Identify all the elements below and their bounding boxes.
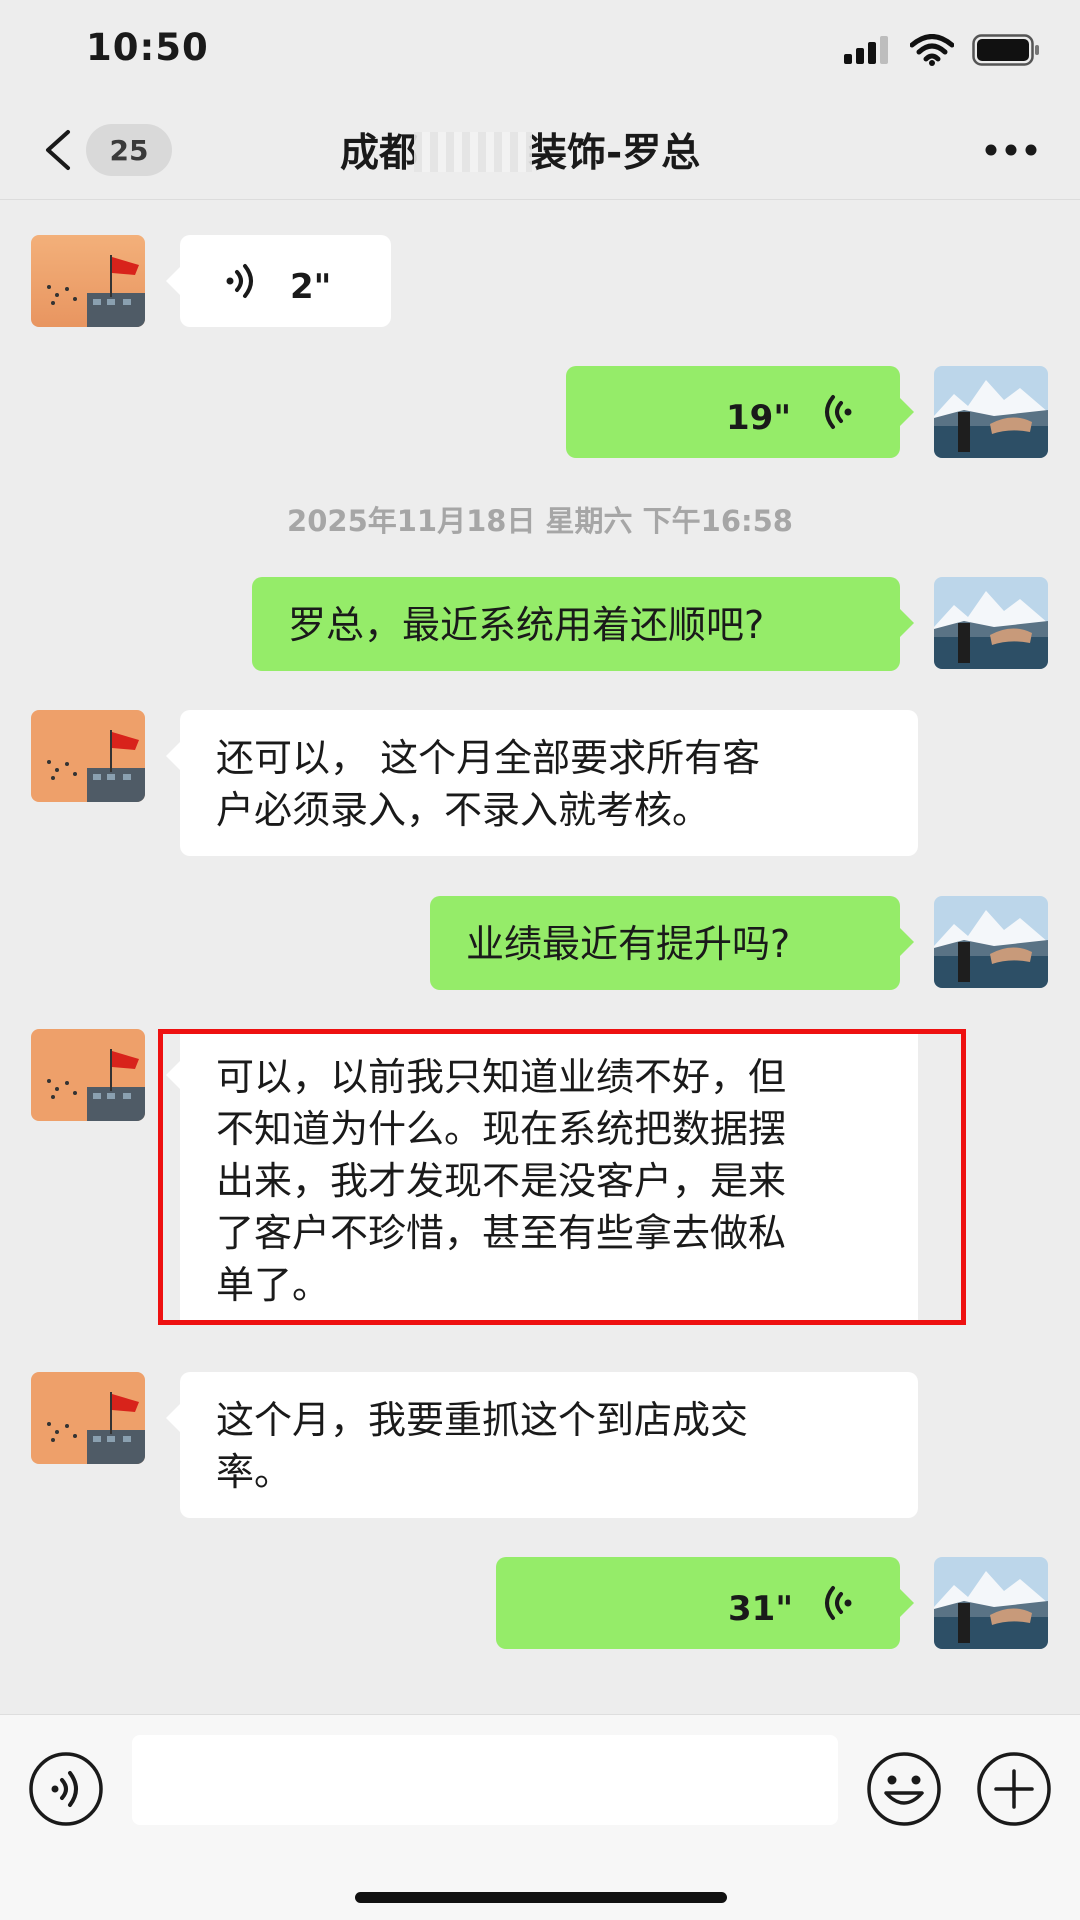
chat-header: 25 成都 装饰-罗总 bbox=[0, 100, 1080, 200]
contact-avatar[interactable] bbox=[31, 710, 145, 802]
message-text: 这个月，我要重抓这个到店成交 率。 bbox=[216, 1394, 888, 1498]
voice-wave-icon bbox=[825, 395, 852, 429]
message-line: 还可以， 这个月全部要求所有客 bbox=[216, 736, 761, 780]
back-chevron-icon[interactable] bbox=[38, 128, 78, 172]
outgoing-text-bubble[interactable]: 业绩最近有提升吗? bbox=[430, 896, 914, 990]
red-highlight-box bbox=[158, 1029, 966, 1325]
contact-avatar[interactable] bbox=[31, 1372, 145, 1464]
outgoing-voice-bubble[interactable]: 19" bbox=[566, 366, 914, 458]
message-text: 还可以， 这个月全部要求所有客 户必须录入，不录入就考核。 bbox=[216, 732, 888, 836]
message-line: 这个月，我要重抓这个到店成交 bbox=[216, 1398, 749, 1442]
contact-avatar[interactable] bbox=[31, 235, 145, 327]
voice-duration: 19" bbox=[726, 398, 792, 438]
home-indicator[interactable] bbox=[355, 1892, 727, 1903]
message-line: 户必须录入，不录入就考核。 bbox=[216, 788, 711, 832]
chat-title-prefix: 成都 bbox=[340, 131, 419, 176]
voice-mode-icon[interactable] bbox=[28, 1751, 104, 1827]
incoming-text-bubble[interactable]: 还可以， 这个月全部要求所有客 户必须录入，不录入就考核。 bbox=[166, 710, 918, 856]
my-avatar[interactable] bbox=[934, 577, 1048, 669]
contact-avatar[interactable] bbox=[31, 1029, 145, 1121]
message-text: 罗总，最近系统用着还顺吧? bbox=[288, 603, 765, 647]
status-time: 10:50 bbox=[86, 26, 209, 69]
message-text: 业绩最近有提升吗? bbox=[466, 922, 791, 966]
voice-wave-icon bbox=[226, 264, 253, 298]
outgoing-voice-bubble[interactable]: 31" bbox=[496, 1557, 914, 1649]
voice-duration: 31" bbox=[728, 1589, 794, 1629]
status-bar: 10:50 bbox=[0, 0, 1080, 100]
voice-duration: 2" bbox=[290, 267, 332, 307]
wifi-icon bbox=[910, 34, 954, 66]
status-icons bbox=[844, 34, 1040, 66]
message-input[interactable] bbox=[132, 1735, 838, 1825]
my-avatar[interactable] bbox=[934, 896, 1048, 988]
message-line: 率。 bbox=[216, 1450, 293, 1494]
chat-title: 成都 装饰-罗总 bbox=[340, 122, 700, 178]
my-avatar[interactable] bbox=[934, 366, 1048, 458]
outgoing-text-bubble[interactable]: 罗总，最近系统用着还顺吧? bbox=[252, 577, 914, 671]
input-bar bbox=[0, 1714, 1080, 1920]
incoming-text-bubble[interactable]: 这个月，我要重抓这个到店成交 率。 bbox=[166, 1372, 918, 1518]
my-avatar[interactable] bbox=[934, 1557, 1048, 1649]
chat-title-suffix: 装饰-罗总 bbox=[528, 131, 701, 176]
unread-count-badge[interactable]: 25 bbox=[86, 124, 172, 176]
plus-icon[interactable] bbox=[976, 1751, 1052, 1827]
voice-wave-icon bbox=[825, 1586, 852, 1620]
incoming-voice-bubble[interactable]: 2" bbox=[166, 235, 391, 327]
chat-timestamp: 2025年11月18日 星期六 下午16:58 bbox=[287, 504, 793, 538]
cellular-signal-icon bbox=[844, 36, 888, 64]
battery-icon bbox=[972, 34, 1039, 66]
title-blur-mask bbox=[414, 132, 533, 172]
more-options-icon[interactable] bbox=[984, 140, 1038, 160]
emoji-icon[interactable] bbox=[866, 1751, 942, 1827]
